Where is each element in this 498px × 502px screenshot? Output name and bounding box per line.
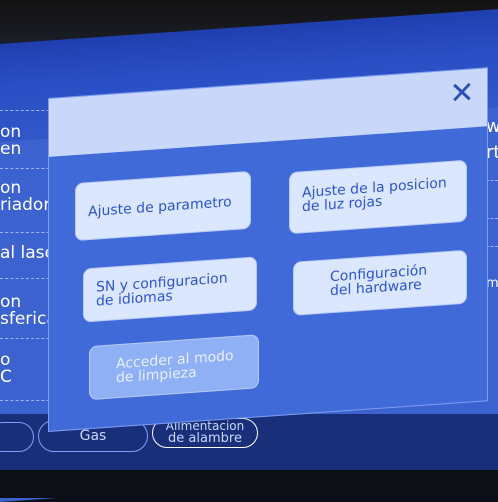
left-menu-item-2-line2: riador	[0, 195, 51, 215]
close-icon[interactable]: ✕	[447, 75, 477, 112]
left-menu-item-5[interactable]: o C	[0, 352, 12, 386]
bottom-pill-left[interactable]	[0, 422, 34, 452]
hardware-config-button[interactable]: Configuración del hardware	[293, 249, 467, 316]
sn-language-button[interactable]: SN y configuracion de idiomas	[83, 256, 257, 323]
left-menu-item-1-line2: en	[0, 139, 22, 159]
wire-feed-line2: de alambre	[168, 431, 242, 446]
left-menu-item-1[interactable]: on en	[0, 124, 21, 158]
left-menu-item-2[interactable]: on riador	[0, 180, 50, 214]
gas-label: Gas	[79, 428, 107, 444]
cleaning-mode-button[interactable]: Acceder al modo de limpieza	[89, 334, 259, 401]
parameter-adjust-button[interactable]: Ajuste de parametro	[75, 170, 251, 242]
parameter-adjust-label: Ajuste de parametro	[88, 194, 232, 221]
settings-dialog: ✕ Ajuste de parametro Ajuste de la posic…	[48, 67, 488, 432]
red-light-position-button[interactable]: Ajuste de la posicion de luz rojas	[289, 159, 467, 235]
monitor-bezel-bottom	[0, 470, 498, 498]
left-menu-item-5-line2: C	[0, 367, 12, 387]
